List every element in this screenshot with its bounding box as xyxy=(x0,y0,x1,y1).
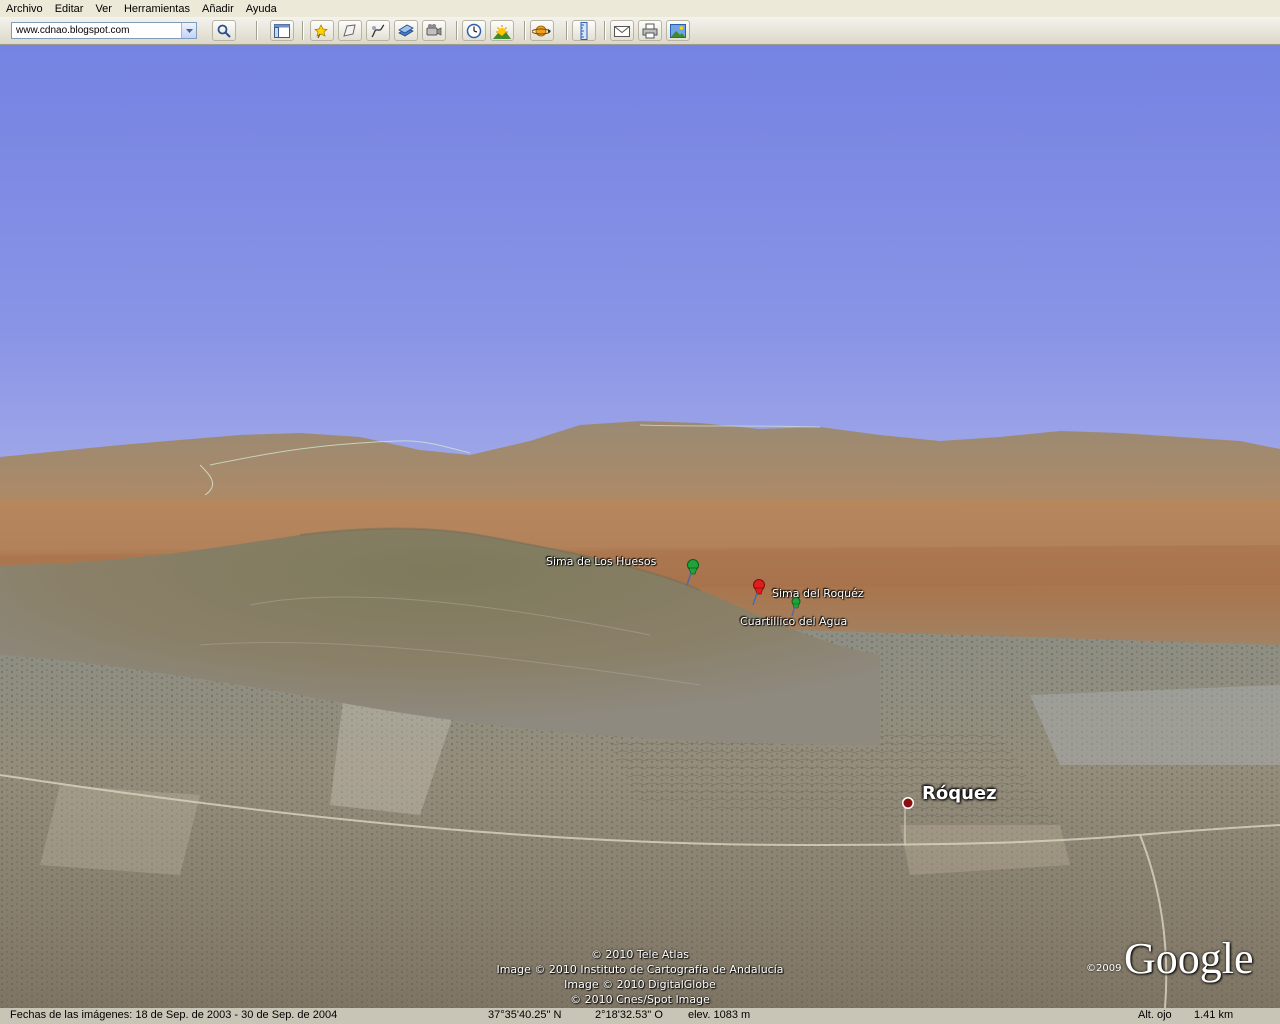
green-pushpin-icon[interactable] xyxy=(788,597,802,617)
toolbar-separator xyxy=(604,21,606,40)
imagery-credits: © 2010 Tele Atlas Image © 2010 Instituto… xyxy=(490,947,790,1007)
search-button[interactable] xyxy=(212,20,236,41)
google-logo: Google xyxy=(1124,934,1254,983)
polygon-icon xyxy=(343,23,356,37)
credit-line: © 2010 Tele Atlas xyxy=(590,948,690,961)
search-combobox[interactable] xyxy=(11,22,197,39)
menu-herramientas[interactable]: Herramientas xyxy=(118,3,196,15)
place-label[interactable]: Róquez xyxy=(922,783,997,804)
path-icon xyxy=(371,23,385,37)
menu-editar[interactable]: Editar xyxy=(49,3,90,15)
imagery-dates: Fechas de las imágenes: 18 de Sep. de 20… xyxy=(10,1009,338,1021)
eye-altitude-value: 1.41 km xyxy=(1194,1009,1234,1021)
longitude: 2°18'32.53" O xyxy=(595,1009,663,1021)
ruler-button[interactable] xyxy=(572,20,596,41)
historical-imagery-button[interactable] xyxy=(462,20,486,41)
toolbar-separator xyxy=(302,21,304,40)
sunlight-icon xyxy=(493,24,511,39)
ruler-icon xyxy=(580,21,588,40)
toolbar-separator xyxy=(456,21,458,40)
toolbar-separator xyxy=(256,21,258,40)
add-path-button[interactable] xyxy=(366,20,390,41)
placemark-label[interactable]: Sima del Roquéz xyxy=(772,587,864,600)
credit-line: © 2010 Cnes/Spot Image xyxy=(570,993,710,1006)
eye-altitude-label: Alt. ojo xyxy=(1138,1009,1172,1021)
sunlight-button[interactable] xyxy=(490,20,514,41)
email-button[interactable] xyxy=(610,20,634,41)
logo-year: ©2009 xyxy=(1086,963,1122,974)
email-icon xyxy=(614,25,630,37)
status-bar: Fechas de las imágenes: 18 de Sep. de 20… xyxy=(0,1008,1280,1024)
print-icon xyxy=(642,23,658,38)
placemark-label[interactable]: Cuartillico del Agua xyxy=(740,615,847,628)
toolbar xyxy=(0,17,1280,45)
latitude: 37°35'40.25" N xyxy=(488,1009,562,1021)
menu-bar: Archivo Editar Ver Herramientas Añadir A… xyxy=(0,0,1280,17)
menu-ver[interactable]: Ver xyxy=(89,3,118,15)
menu-anadir[interactable]: Añadir xyxy=(196,3,240,15)
menu-archivo[interactable]: Archivo xyxy=(0,3,49,15)
credit-line: Image © 2010 Instituto de Cartografía de… xyxy=(496,963,784,976)
placemark-icon xyxy=(314,23,328,38)
green-pushpin-icon[interactable] xyxy=(682,559,702,587)
red-pushpin-icon[interactable] xyxy=(748,579,768,607)
menu-ayuda[interactable]: Ayuda xyxy=(240,3,283,15)
placemark-label[interactable]: Sima de Los Huesos xyxy=(546,555,656,568)
save-image-button[interactable] xyxy=(666,20,690,41)
sidebar-toggle-icon xyxy=(274,23,290,38)
add-polygon-button[interactable] xyxy=(338,20,362,41)
switch-planet-button[interactable] xyxy=(530,20,554,41)
elevation: elev. 1083 m xyxy=(688,1009,751,1021)
print-button[interactable] xyxy=(638,20,662,41)
image-overlay-icon xyxy=(398,24,414,36)
record-tour-button[interactable] xyxy=(422,20,446,41)
terrain-view[interactable] xyxy=(0,45,1280,1008)
record-tour-icon xyxy=(426,23,442,36)
dropdown-button[interactable] xyxy=(181,23,196,38)
town-dot-icon[interactable] xyxy=(900,795,916,811)
planets-icon xyxy=(532,25,551,36)
chevron-down-icon xyxy=(185,28,193,33)
toolbar-separator xyxy=(566,21,568,40)
sidebar-toggle-button[interactable] xyxy=(270,20,294,41)
search-icon xyxy=(217,24,231,38)
historical-imagery-icon xyxy=(466,23,482,38)
search-input[interactable] xyxy=(12,23,182,38)
add-image-overlay-button[interactable] xyxy=(394,20,418,41)
map-viewport[interactable]: Sima de Los Huesos Sima del Roquéz Cuart… xyxy=(0,45,1280,1008)
credit-line: Image © 2010 DigitalGlobe xyxy=(564,978,716,991)
toolbar-separator xyxy=(524,21,526,40)
save-image-icon xyxy=(670,23,686,38)
add-placemark-button[interactable] xyxy=(310,20,334,41)
